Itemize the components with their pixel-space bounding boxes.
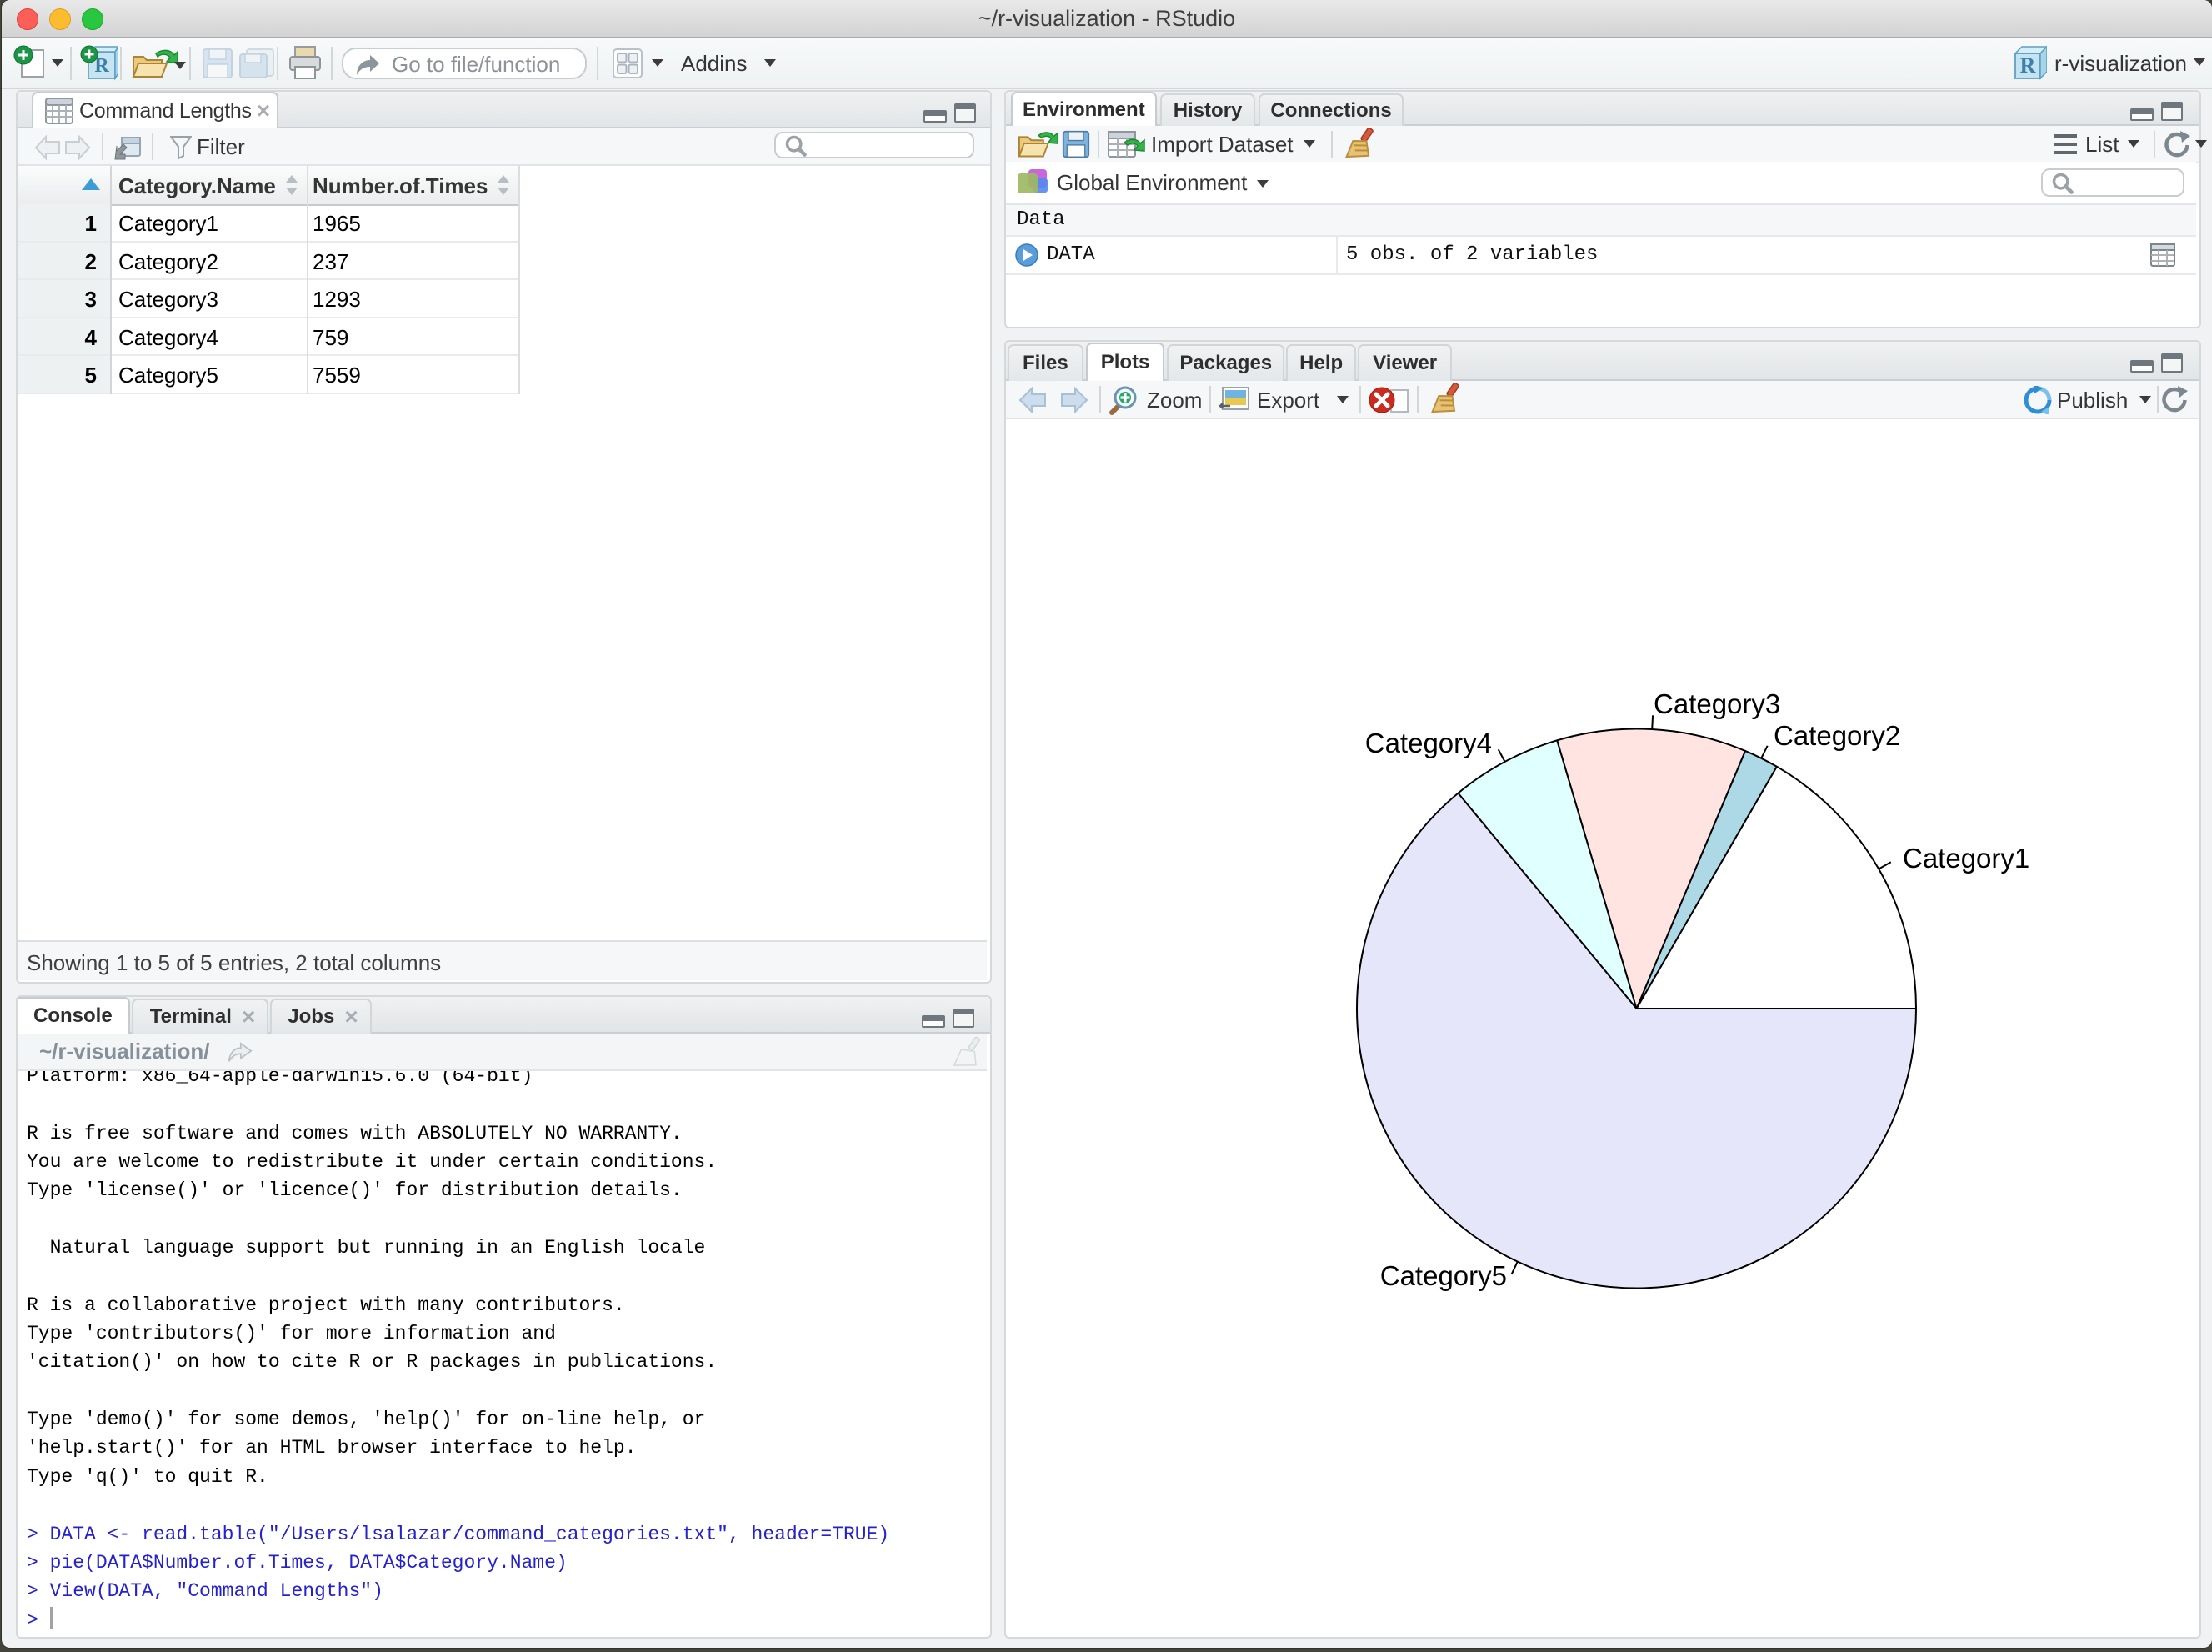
svg-text:Category3: Category3 [1654,688,1780,719]
svg-text:Category1: Category1 [1903,843,2029,874]
svg-text:R: R [2020,53,2036,78]
svg-text:Category2: Category2 [1774,720,1900,751]
svg-text:Category4: Category4 [1365,728,1492,758]
svg-text:Category5: Category5 [1380,1260,1507,1291]
